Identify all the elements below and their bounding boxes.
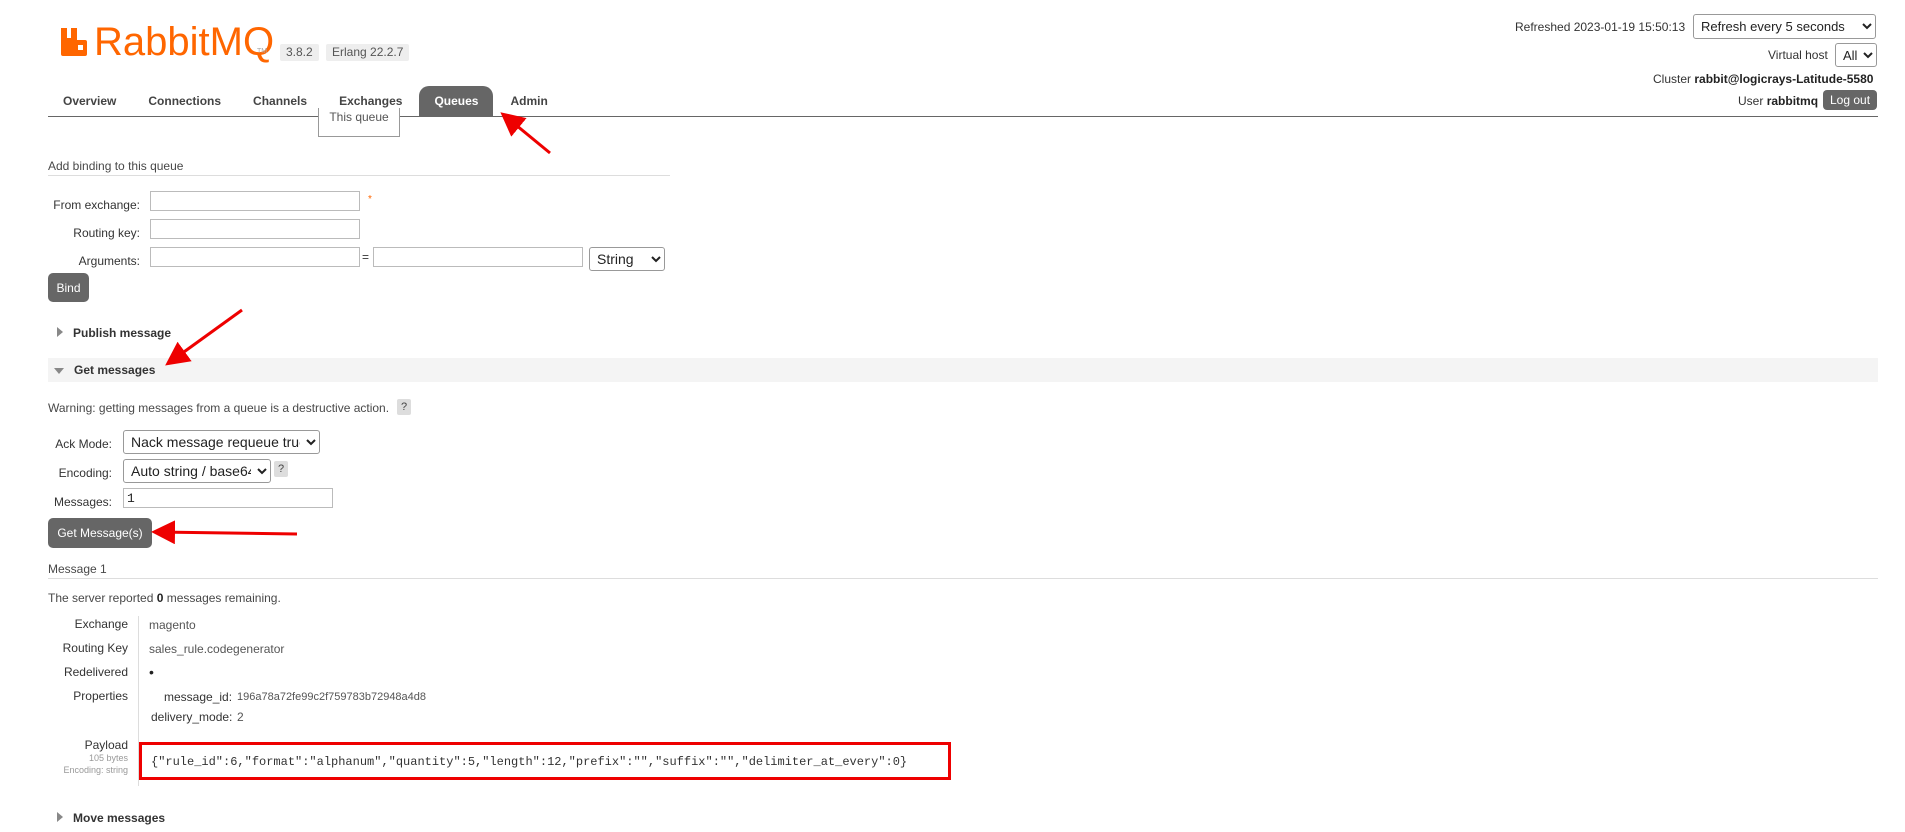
delivery-mode-label: delivery_mode: — [151, 710, 233, 724]
erlang-version-badge: Erlang 22.2.7 — [326, 44, 410, 61]
annotation-arrows — [151, 112, 551, 545]
get-messages-header-bg — [48, 358, 1878, 382]
tab-queues[interactable]: Queues — [419, 86, 494, 116]
delivery-mode-value: 2 — [237, 710, 244, 724]
move-messages-toggle[interactable]: Move messages — [57, 806, 165, 830]
routing-key-label: Routing key: — [73, 226, 140, 240]
message-id-value: 196a78a72fe99c2f759783b72948a4d8 — [237, 691, 427, 703]
from-exchange-label: From exchange: — [53, 198, 140, 212]
exchange-label: Exchange — [74, 617, 128, 631]
messages-count-label: Messages: — [53, 495, 112, 509]
expand-triangle-icon — [57, 327, 63, 337]
tab-connections[interactable]: Connections — [133, 86, 236, 116]
virtual-host-label: Virtual host — [1768, 48, 1828, 62]
add-binding-title: Add binding to this queue — [48, 159, 184, 173]
warning-help-icon[interactable]: ? — [397, 399, 411, 415]
brand-name: RabbitMQ — [94, 20, 275, 64]
this-queue-tooltip: This queue — [318, 108, 400, 137]
payload-content: {"rule_id":6,"format":"alphanum","quanti… — [151, 755, 908, 769]
version-badge: 3.8.2 — [280, 44, 319, 61]
routing-key-input[interactable] — [150, 219, 360, 239]
trademark: TM — [257, 48, 268, 55]
ack-mode-label: Ack Mode: — [55, 437, 112, 451]
user-info: User rabbitmq — [1738, 94, 1818, 108]
equals-sign: = — [362, 250, 370, 264]
exchange-value: magento — [149, 618, 196, 632]
logout-button[interactable]: Log out — [1823, 90, 1878, 110]
argument-type-select[interactable]: String — [589, 247, 665, 271]
tab-overview[interactable]: Overview — [48, 86, 131, 116]
message-title: Message 1 — [48, 562, 107, 576]
cluster-label: Cluster — [1653, 72, 1692, 86]
encoding-label: Encoding: — [58, 466, 112, 480]
tab-admin[interactable]: Admin — [495, 86, 562, 116]
cluster-info: Cluster rabbit@logicrays-Latitude-5580 — [1653, 72, 1873, 86]
arrow-to-get-button — [151, 520, 298, 545]
arrow-to-queues-tab — [500, 112, 551, 155]
message-divider — [48, 578, 1878, 579]
argument-value-input[interactable] — [373, 247, 583, 267]
collapse-triangle-icon — [54, 367, 64, 374]
routing-key-field-label: Routing Key — [62, 641, 128, 655]
payload-encoding: Encoding: string — [63, 765, 128, 775]
payload-size: 105 bytes — [88, 753, 128, 763]
ack-mode-select[interactable]: Nack message requeue true — [123, 430, 320, 454]
routing-key-value: sales_rule.codegenerator — [149, 642, 285, 656]
payload-label: Payload — [84, 738, 128, 752]
bind-button[interactable]: Bind — [48, 273, 89, 302]
virtual-host-select[interactable]: All — [1835, 43, 1877, 67]
encoding-select[interactable]: Auto string / base64 — [123, 459, 271, 483]
get-messages-toggle[interactable]: Get messages — [54, 358, 155, 382]
server-remaining-text: The server reported 0 messages remaining… — [48, 591, 281, 605]
get-messages-button[interactable]: Get Message(s) — [48, 518, 152, 548]
refresh-interval-select[interactable]: Refresh every 5 seconds — [1693, 14, 1876, 39]
from-exchange-input[interactable] — [150, 191, 360, 211]
user-name: rabbitmq — [1766, 94, 1819, 108]
argument-key-input[interactable] — [150, 247, 360, 267]
main-tabs: Overview Connections Channels Exchanges … — [48, 86, 565, 116]
tab-channels[interactable]: Channels — [238, 86, 322, 116]
redelivered-value: • — [149, 664, 154, 680]
encoding-help-icon[interactable]: ? — [274, 461, 288, 477]
properties-label: Properties — [73, 689, 128, 703]
user-label: User — [1738, 94, 1764, 108]
arguments-label: Arguments: — [78, 254, 140, 268]
messages-count-input[interactable] — [123, 488, 333, 508]
rabbitmq-logo-icon — [61, 28, 87, 56]
required-mark: * — [368, 194, 372, 205]
arrow-to-get-messages — [165, 308, 243, 366]
redelivered-label: Redelivered — [63, 665, 128, 679]
message-id-label: message_id: — [164, 690, 233, 704]
destructive-warning: Warning: getting messages from a queue i… — [48, 401, 390, 415]
expand-triangle-icon — [57, 812, 63, 822]
publish-message-toggle[interactable]: Publish message — [57, 321, 171, 345]
add-binding-divider — [48, 175, 670, 176]
refreshed-timestamp: Refreshed 2023-01-19 15:50:13 — [1515, 20, 1686, 34]
cluster-name: rabbit@logicrays-Latitude-5580 — [1694, 72, 1874, 86]
